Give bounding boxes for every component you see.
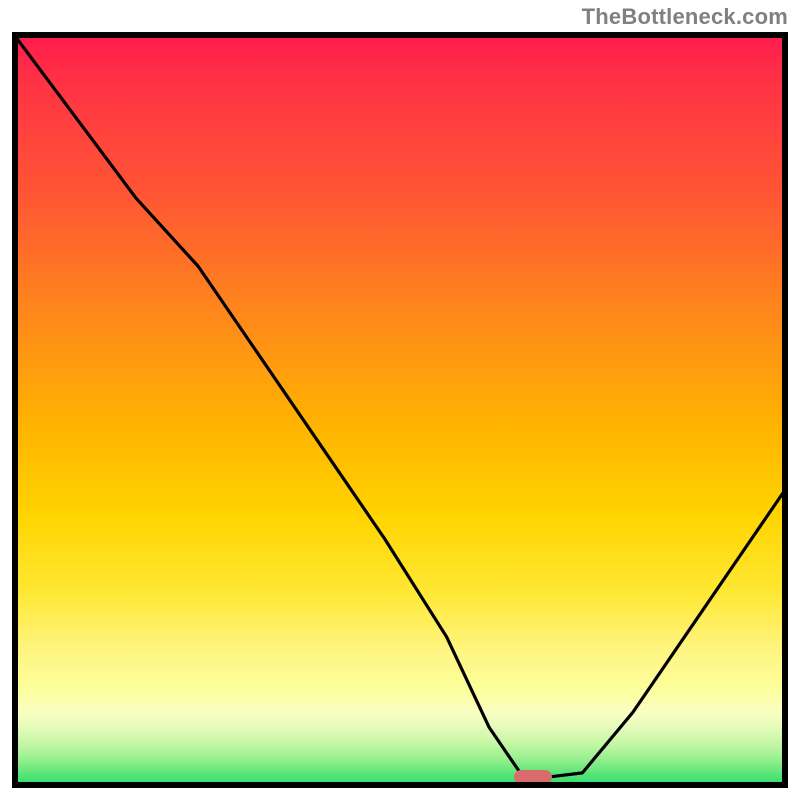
chart-frame bbox=[12, 32, 788, 788]
axis-border-top bbox=[12, 32, 788, 38]
bottleneck-curve bbox=[12, 32, 788, 788]
watermark-text: TheBottleneck.com bbox=[582, 4, 788, 30]
axis-border-bottom bbox=[12, 782, 788, 788]
axis-border-right bbox=[782, 32, 788, 788]
axis-border-left bbox=[12, 32, 18, 788]
